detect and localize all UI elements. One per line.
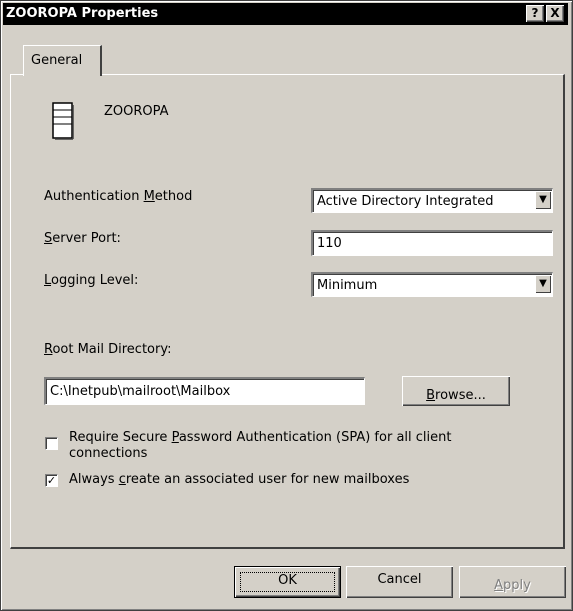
auth-method-label: Authentication Method bbox=[44, 189, 193, 204]
help-button[interactable]: ? bbox=[526, 5, 544, 22]
apply-button-label: Apply bbox=[494, 578, 531, 593]
logging-level-label: Logging Level: bbox=[44, 273, 139, 288]
server-icon bbox=[52, 102, 74, 140]
associated-user-checkbox[interactable]: ✓ bbox=[45, 474, 58, 487]
browse-button[interactable]: Browse... bbox=[402, 376, 510, 406]
tab-general-label: General bbox=[31, 53, 83, 68]
logging-level-select[interactable]: Minimum ▼ bbox=[311, 272, 553, 297]
spa-checkbox[interactable] bbox=[45, 437, 58, 450]
window-title: ZOOROPA Properties bbox=[6, 6, 159, 21]
cancel-button-label: Cancel bbox=[377, 572, 422, 587]
ok-button[interactable]: OK bbox=[234, 566, 341, 598]
apply-button[interactable]: Apply bbox=[459, 566, 566, 598]
associated-user-label: Always create an associated user for new… bbox=[69, 472, 410, 487]
spa-label: Require Secure Password Authentication (… bbox=[69, 430, 452, 445]
server-port-value: 110 bbox=[317, 236, 342, 251]
close-button[interactable]: X bbox=[546, 5, 564, 22]
cancel-button[interactable]: Cancel bbox=[346, 566, 453, 598]
auth-method-select[interactable]: Active Directory Integrated ▼ bbox=[311, 188, 553, 213]
auth-method-value: Active Directory Integrated bbox=[317, 194, 494, 209]
root-mail-dir-value: C:\Inetpub\mailroot\Mailbox bbox=[50, 384, 231, 399]
chevron-down-icon[interactable]: ▼ bbox=[535, 191, 551, 209]
logging-level-value: Minimum bbox=[317, 278, 378, 293]
properties-dialog: ZOOROPA Properties ? X General ZOOROPA A… bbox=[0, 0, 573, 611]
server-port-input[interactable]: 110 bbox=[311, 230, 553, 256]
root-mail-dir-label: Root Mail Directory: bbox=[44, 342, 172, 357]
root-mail-dir-input[interactable]: C:\Inetpub\mailroot\Mailbox bbox=[44, 377, 365, 405]
ok-button-label: OK bbox=[278, 573, 297, 588]
chevron-down-icon[interactable]: ▼ bbox=[535, 275, 551, 293]
title-bar[interactable]: ZOOROPA Properties ? X bbox=[3, 3, 568, 25]
spa-label-line2: connections bbox=[69, 446, 148, 461]
tab-general[interactable]: General bbox=[23, 45, 102, 76]
server-name: ZOOROPA bbox=[104, 104, 169, 119]
server-port-label: Server Port: bbox=[44, 231, 121, 246]
browse-button-label: Browse... bbox=[426, 388, 486, 403]
